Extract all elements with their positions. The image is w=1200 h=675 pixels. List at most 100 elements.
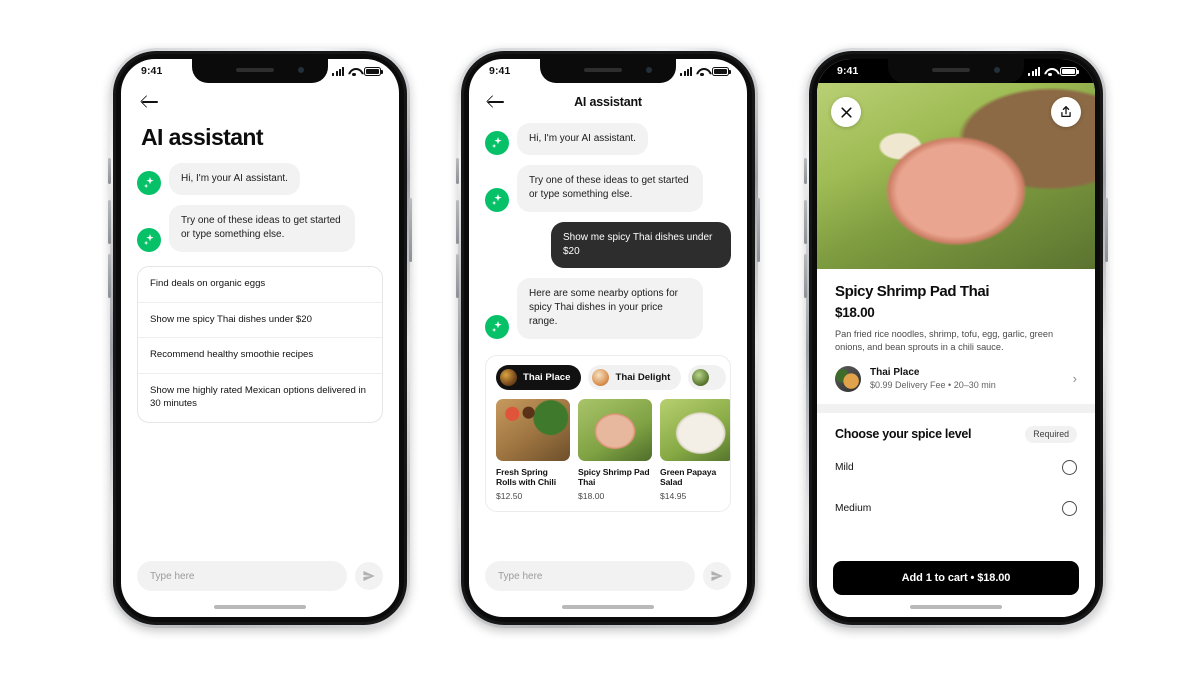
add-to-cart-button[interactable]: Add 1 to cart • $18.00 (833, 561, 1079, 595)
send-button[interactable] (355, 562, 383, 590)
screenshot-stage: 9:41 AI assistant Hi, I'm your AI assist… (0, 0, 1200, 675)
chevron-right-icon: › (1072, 371, 1077, 387)
dish-card[interactable]: Fresh Spring Rolls with Chili $12.50 (496, 398, 570, 501)
restaurant-avatar (835, 365, 861, 392)
sparkle-icon (137, 227, 161, 252)
front-camera (298, 67, 304, 73)
assistant-message: Try one of these ideas to get started or… (121, 205, 399, 261)
volume-up-button[interactable] (804, 200, 807, 244)
option-row-mild[interactable]: Mild (817, 447, 1095, 488)
send-button[interactable] (703, 562, 731, 590)
status-time: 9:41 (837, 65, 859, 77)
volume-down-button[interactable] (456, 254, 459, 298)
front-camera (646, 67, 652, 73)
dish-card[interactable]: Green Papaya Salad $14.95 (660, 398, 730, 501)
wifi-icon (1044, 67, 1056, 77)
battery-icon (364, 66, 383, 76)
cellular-bars-icon (1028, 66, 1040, 76)
radio-button[interactable] (1062, 459, 1077, 475)
restaurant-name: Thai Place (870, 367, 920, 379)
results-card: Thai Place Thai Delight Fresh Spring Rol… (485, 354, 731, 512)
wifi-icon (696, 67, 708, 77)
phone-screen-1: 9:41 AI assistant Hi, I'm your AI assist… (121, 59, 399, 617)
notch (540, 59, 676, 83)
status-time: 9:41 (141, 65, 163, 77)
restaurant-row[interactable]: Thai Place $0.99 Delivery Fee • 20–30 mi… (835, 365, 1077, 404)
phone-screen-2: 9:41 AI assistant Hi, I'm your AI assist… (469, 59, 747, 617)
cellular-bars-icon (332, 66, 344, 76)
restaurant-chip[interactable] (688, 364, 727, 390)
dish-carousel[interactable]: Fresh Spring Rolls with Chili $12.50 Spi… (486, 398, 730, 501)
power-button[interactable] (757, 198, 760, 262)
radio-button[interactable] (1062, 500, 1077, 516)
suggestion-item[interactable]: Show me highly rated Mexican options del… (138, 374, 382, 422)
power-button[interactable] (1105, 198, 1108, 262)
message-input[interactable]: Type here (485, 561, 695, 591)
sparkle-icon (485, 131, 509, 156)
mute-switch[interactable] (108, 158, 111, 184)
sparkle-icon (485, 187, 509, 212)
phone-screen-3: 9:41 Spicy Shrimp Pad Thai $18.00 Pan fr… (817, 59, 1095, 617)
dish-price: $12.50 (496, 490, 523, 501)
sparkle-icon (485, 314, 509, 339)
send-icon (363, 571, 375, 581)
restaurant-avatar (592, 368, 610, 386)
dish-name: Spicy Shrimp Pad Thai (578, 466, 650, 488)
earpiece-speaker (932, 68, 970, 72)
option-label: Medium (835, 502, 872, 514)
option-row-medium[interactable]: Medium (817, 488, 1095, 529)
dish-card[interactable]: Spicy Shrimp Pad Thai $18.00 (578, 398, 652, 501)
item-hero (817, 83, 1095, 269)
volume-down-button[interactable] (804, 254, 807, 298)
share-button[interactable] (1051, 97, 1081, 127)
volume-up-button[interactable] (456, 200, 459, 244)
suggestion-item[interactable]: Show me spicy Thai dishes under $20 (138, 303, 382, 339)
restaurant-chip-label: Thai Place (523, 371, 571, 383)
earpiece-speaker (584, 68, 622, 72)
earpiece-speaker (236, 68, 274, 72)
sparkle-icon (137, 171, 161, 196)
mute-switch[interactable] (804, 158, 807, 184)
user-message: Show me spicy Thai dishes under $20 (469, 221, 747, 278)
restaurant-chip[interactable]: Thai Place (496, 364, 582, 390)
notch (888, 59, 1024, 83)
message-bubble: Hi, I'm your AI assistant. (517, 123, 648, 156)
option-group-header: Choose your spice level Required (817, 413, 1095, 447)
message-input[interactable]: Type here (137, 561, 347, 591)
power-button[interactable] (409, 198, 412, 262)
assistant-message: Hi, I'm your AI assistant. (469, 123, 747, 165)
section-divider (817, 403, 1095, 413)
item-price: $18.00 (835, 305, 875, 320)
home-indicator (910, 605, 1002, 609)
suggestion-item[interactable]: Find deals on organic eggs (138, 267, 382, 303)
status-indicators (1028, 66, 1079, 77)
mute-switch[interactable] (456, 158, 459, 184)
required-badge: Required (1025, 425, 1077, 443)
battery-icon (1060, 66, 1079, 76)
dish-name: Fresh Spring Rolls with Chili (496, 466, 556, 488)
front-camera (994, 67, 1000, 73)
home-indicator (562, 605, 654, 609)
restaurant-chip-list[interactable]: Thai Place Thai Delight (486, 364, 730, 399)
restaurant-meta: $0.99 Delivery Fee • 20–30 min (870, 380, 996, 391)
restaurant-chip[interactable]: Thai Delight (588, 364, 682, 390)
status-indicators (332, 66, 383, 77)
dish-image (578, 398, 652, 461)
notch (192, 59, 328, 83)
option-group-title: Choose your spice level (835, 427, 972, 442)
nav-bar: AI assistant (469, 83, 747, 123)
dish-price: $14.95 (660, 490, 687, 501)
phone-mockup-1: 9:41 AI assistant Hi, I'm your AI assist… (108, 48, 412, 628)
ai-assistant-screen: AI assistant Hi, I'm your AI assistant. (121, 59, 399, 617)
volume-down-button[interactable] (108, 254, 111, 298)
item-info: Spicy Shrimp Pad Thai $18.00 Pan fried r… (817, 269, 1095, 404)
suggestion-item[interactable]: Recommend healthy smoothie recipes (138, 338, 382, 375)
back-arrow-icon[interactable] (141, 93, 159, 111)
close-button[interactable] (831, 97, 861, 127)
dish-image (496, 398, 570, 461)
page-title: AI assistant (141, 124, 264, 150)
scroll-fade (817, 531, 1095, 553)
volume-up-button[interactable] (108, 200, 111, 244)
restaurant-chip-label: Thai Delight (615, 371, 671, 383)
item-detail-screen: Spicy Shrimp Pad Thai $18.00 Pan fried r… (817, 83, 1095, 617)
